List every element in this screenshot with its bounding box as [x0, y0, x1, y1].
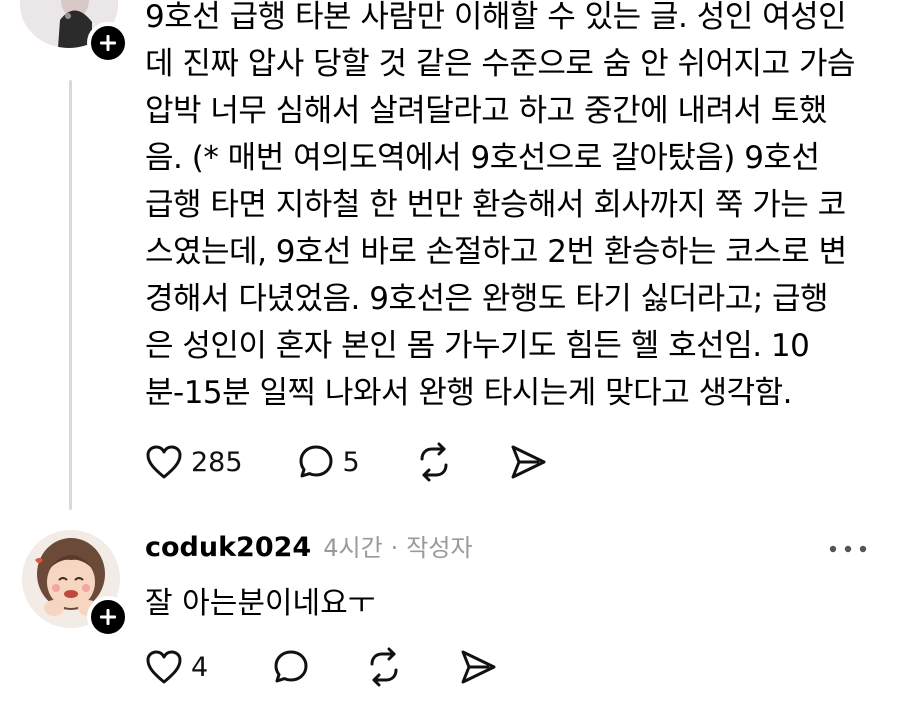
speech-bubble-icon: [299, 445, 333, 478]
repost-button[interactable]: [414, 442, 454, 482]
heart-icon: [146, 445, 182, 479]
post-line: 9호선 급행 타본 사람만 이해할 수 있는 글. 성인 여성인: [145, 0, 847, 35]
more-options-button[interactable]: [828, 538, 868, 554]
post-line: 분-15분 일찍 나와서 완행 타시는게 맞다고 생각함.: [145, 375, 793, 411]
post-line: 은 성인이 혼자 본인 몸 가누기도 힘든 헬 호선임. 10: [145, 328, 810, 364]
plus-icon: [100, 609, 116, 625]
plus-icon: [100, 35, 116, 51]
like-count: 4: [191, 651, 209, 683]
repost-icon: [420, 442, 448, 482]
like-button[interactable]: 285: [145, 444, 243, 480]
comment-time: 4시간: [323, 534, 383, 562]
post-line: 스였는데, 9호선 바로 손절하고 2번 환승하는 코스로 변: [145, 234, 847, 270]
reply-count: 5: [342, 446, 360, 478]
heart-icon: [146, 650, 182, 684]
share-button[interactable]: [508, 443, 548, 481]
reply-button[interactable]: 5: [297, 443, 360, 481]
speech-bubble-icon: [274, 650, 308, 683]
post-line: 데 진짜 압사 당할 것 같은 수준으로 숨 안 쉬어지고 가슴: [145, 46, 855, 82]
follow-plus-button[interactable]: [87, 22, 129, 64]
follow-plus-button[interactable]: [87, 596, 129, 638]
comment-body: 잘 아는분이네요ㅜ: [145, 586, 376, 621]
share-button[interactable]: [458, 648, 498, 686]
send-icon: [511, 445, 546, 479]
post-line: 음. (* 매번 여의도역에서 9호선으로 갈아탔음) 9호선: [145, 140, 820, 176]
like-button[interactable]: 4: [145, 649, 208, 685]
post-line: 경해서 다녔었음. 9호선은 완행도 타기 싫더라고; 급행: [145, 281, 829, 317]
repost-button[interactable]: [364, 647, 404, 687]
meta-separator: ·: [390, 534, 399, 562]
post-body: 9호선 급행 타본 사람만 이해할 수 있는 글. 성인 여성인 데 진짜 압사…: [145, 0, 885, 417]
more-dots-icon: [829, 545, 867, 553]
post-line: 급행 타면 지하철 한 번만 환승해서 회사까지 쭉 가는 코: [145, 187, 846, 223]
repost-icon: [370, 647, 398, 687]
send-icon: [461, 650, 496, 684]
post-actions: 285 5: [145, 442, 602, 482]
reply-button[interactable]: [272, 648, 310, 686]
like-count: 285: [191, 446, 243, 478]
author-tag: 작성자: [406, 534, 473, 562]
comment-username[interactable]: coduk2024: [145, 532, 311, 563]
post-line: 압박 너무 심해서 살려달라고 하고 중간에 내려서 토했: [145, 93, 827, 129]
thread-line: [69, 80, 72, 510]
comment-header: coduk2024 4시간 · 작성자: [145, 528, 473, 563]
comment-actions: 4: [145, 647, 552, 687]
